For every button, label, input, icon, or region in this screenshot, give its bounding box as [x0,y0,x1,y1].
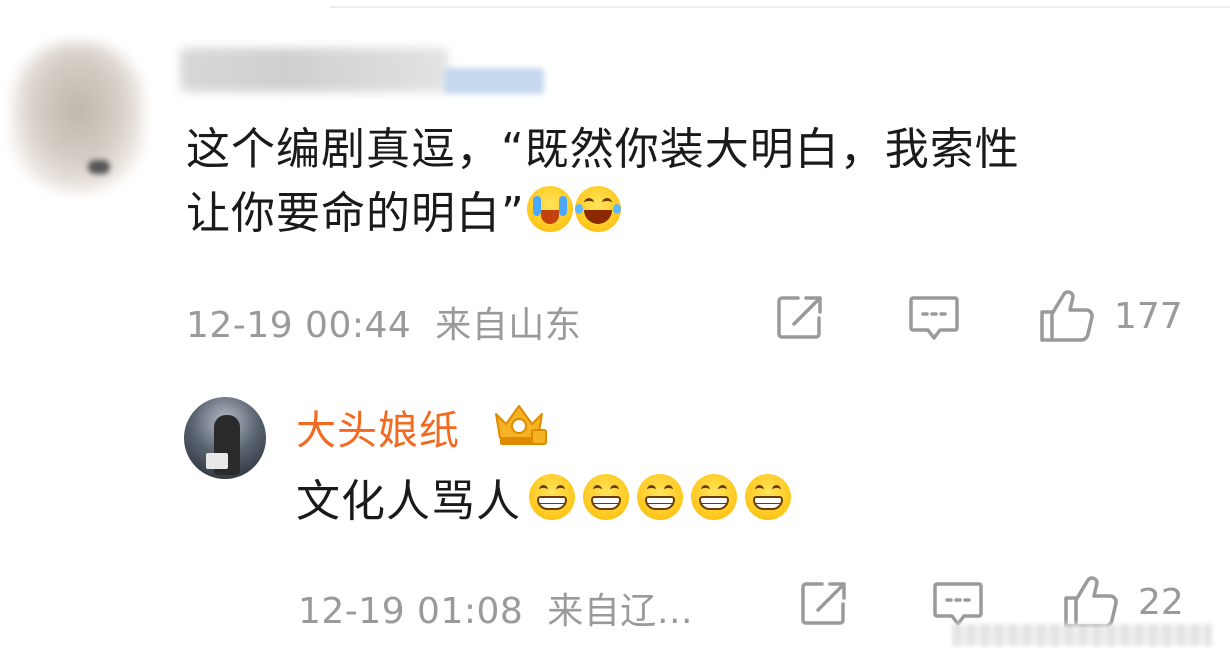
blurred-username[interactable] [180,48,448,92]
share-icon[interactable] [776,294,826,340]
comment-text: 这个编剧真逗，“既然你装大明白，我索性 让你要命的明白” [186,118,1186,246]
blurred-badge [444,68,544,94]
avatar-bib [206,453,228,469]
thumbs-up-icon[interactable] [1038,288,1096,344]
reply-timestamp: 12-19 01:08 [298,591,524,632]
grinning-emoji-icon [529,474,575,520]
thumbs-up-icon[interactable] [1062,574,1120,630]
reply-location: 来自辽… [547,591,694,632]
comment-timestamp: 12-19 00:44 [186,305,412,346]
grinning-emoji-icon [691,474,737,520]
like-count: 177 [1114,296,1183,337]
crown-icon [488,402,550,452]
reply-username[interactable]: 大头娘纸 [296,398,460,456]
weibo-comment-thread: 这个编剧真逗，“既然你装大明白，我索性 让你要命的明白” 12-19 00:44… [0,0,1230,656]
comment-text-line2: 让你要命的明白” [186,182,1186,246]
divider [330,6,1230,8]
comment-icon[interactable] [908,294,960,344]
comment-text-line2-text: 让你要命的明白” [186,188,525,239]
grinning-emoji-icon [583,474,629,520]
comment-icon[interactable] [932,580,984,630]
grinning-emoji-icon [637,474,683,520]
comment-text-line1: 这个编剧真逗，“既然你装大明白，我索性 [186,124,1020,175]
reply-meta: 12-19 01:08 来自辽… [298,582,693,634]
comment-meta: 12-19 00:44 来自山东 [186,296,581,348]
reply-text: 文化人骂人 [296,472,791,532]
reply-like-count: 22 [1138,582,1184,623]
blurred-avatar[interactable] [12,42,144,192]
reply-text-content: 文化人骂人 [296,476,521,527]
comment-location: 来自山东 [435,305,582,346]
grinning-emoji-icon [745,474,791,520]
reply-avatar[interactable] [184,397,266,479]
share-icon[interactable] [800,580,850,626]
tears-of-joy-emoji-icon [574,186,621,232]
blurred-avatar-detail [88,160,110,174]
crying-laughing-emoji-icon [526,186,573,232]
watermark [952,624,1212,646]
